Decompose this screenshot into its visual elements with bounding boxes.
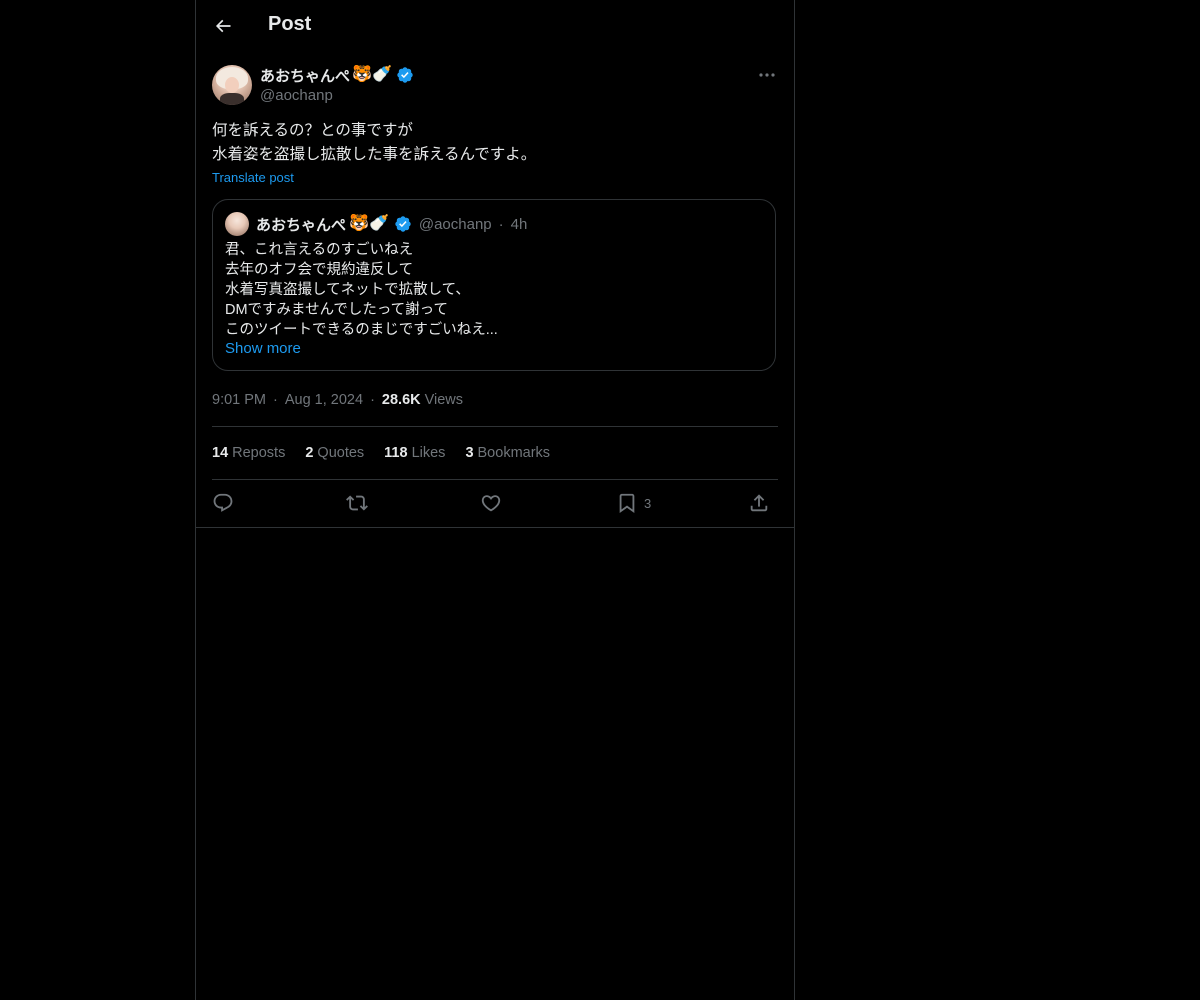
translate-post-link[interactable]: Translate post	[212, 170, 294, 185]
post-stats: 14 Reposts 2 Quotes 118 Likes 3 Bookmarks	[212, 443, 550, 463]
page-title: Post	[268, 13, 312, 35]
quotes-stat[interactable]: 2 Quotes	[305, 445, 364, 461]
arrow-left-icon	[213, 16, 233, 36]
author-name-emojis: 🐯🍼	[352, 66, 392, 83]
bookmark-button[interactable]: 3	[616, 489, 651, 517]
quoted-post-text: 君、これ言えるのすごいねえ 去年のオフ会で規約違反して 水着写真盗撮してネットで…	[225, 240, 765, 340]
verified-badge-icon[interactable]	[396, 66, 414, 84]
quoted-display-name: あおちゃんぺ	[256, 216, 347, 234]
more-options-button[interactable]	[756, 65, 778, 85]
quoted-post[interactable]: あおちゃんぺ 🐯🍼 @aochanp · 4h 君、これ言えるのすごいねえ 去年…	[212, 199, 776, 371]
heart-icon	[480, 492, 502, 514]
reply-icon	[212, 492, 234, 514]
bookmarks-count: 3	[465, 445, 474, 461]
page-header: Post	[196, 0, 794, 53]
quotes-count: 2	[305, 445, 314, 461]
author-display-name[interactable]: あおちゃんぺ	[260, 65, 350, 86]
divider	[196, 527, 794, 528]
quoted-separator: ·	[498, 215, 504, 233]
repost-button[interactable]	[346, 489, 368, 517]
post-text-line: 水着姿を盗撮し拡散した事を訴えるんですよ。	[212, 146, 537, 163]
author-handle[interactable]: @aochanp	[260, 87, 333, 104]
reposts-stat[interactable]: 14 Reposts	[212, 445, 285, 461]
quoted-avatar	[225, 212, 249, 236]
like-button[interactable]	[480, 489, 502, 517]
reposts-count: 14	[212, 445, 229, 461]
bookmark-count: 3	[644, 495, 652, 511]
divider	[212, 426, 778, 427]
views-count: 28.6K	[381, 392, 421, 408]
quoted-name-emojis: 🐯🍼	[349, 215, 389, 232]
quotes-label: Quotes	[317, 445, 365, 461]
repost-icon	[346, 492, 368, 514]
show-more-link[interactable]: Show more	[225, 340, 301, 357]
post-actions: 3	[212, 489, 778, 517]
meta-separator: ·	[273, 392, 278, 408]
post-text-line: 何を訴えるの？との事ですが	[212, 122, 413, 139]
more-dots-icon	[758, 72, 776, 78]
reposts-label: Reposts	[232, 445, 286, 461]
verified-badge-icon	[394, 215, 412, 233]
views-label: Views	[424, 392, 464, 408]
bookmarks-stat[interactable]: 3 Bookmarks	[465, 445, 550, 461]
post-time[interactable]: 9:01 PM	[212, 392, 266, 408]
quoted-post-header: あおちゃんぺ 🐯🍼 @aochanp · 4h	[225, 212, 527, 236]
post-text: 何を訴えるの？との事ですが 水着姿を盗撮し拡散した事を訴えるんですよ。	[212, 119, 778, 167]
post-meta: 9:01 PM · Aug 1, 2024 · 28.6K Views	[212, 390, 463, 410]
bookmark-icon	[616, 492, 638, 514]
quoted-text-line: 去年のオフ会で規約違反して	[225, 262, 414, 278]
quoted-text-line: 水着写真盗撮してネットで拡散して、	[225, 282, 470, 298]
divider	[212, 479, 778, 480]
post-author: あおちゃんぺ 🐯🍼 @aochanp	[212, 65, 778, 107]
quoted-text-line: DMですみませんでしたって謝って	[225, 302, 448, 318]
share-button[interactable]	[748, 489, 770, 517]
back-button[interactable]	[208, 11, 238, 41]
post-detail-column: Post あおちゃんぺ 🐯🍼 @aochanp 何を訴えるの？との事ですが 水着…	[195, 0, 795, 1000]
author-name-row[interactable]: あおちゃんぺ 🐯🍼	[260, 65, 414, 85]
likes-label: Likes	[411, 445, 446, 461]
avatar[interactable]	[212, 65, 252, 105]
likes-stat[interactable]: 118 Likes	[384, 445, 445, 461]
reply-button[interactable]	[212, 489, 234, 517]
quoted-timestamp: 4h	[510, 215, 528, 233]
bookmarks-label: Bookmarks	[477, 445, 551, 461]
share-icon	[748, 492, 770, 514]
post-date[interactable]: Aug 1, 2024	[285, 392, 363, 408]
meta-separator: ·	[370, 392, 375, 408]
quoted-text-line: 君、これ言えるのすごいねえ	[225, 242, 414, 258]
quoted-text-line: このツイートできるのまじですごいねえ...	[225, 322, 498, 338]
quoted-handle: @aochanp	[418, 215, 492, 233]
likes-count: 118	[384, 445, 408, 461]
